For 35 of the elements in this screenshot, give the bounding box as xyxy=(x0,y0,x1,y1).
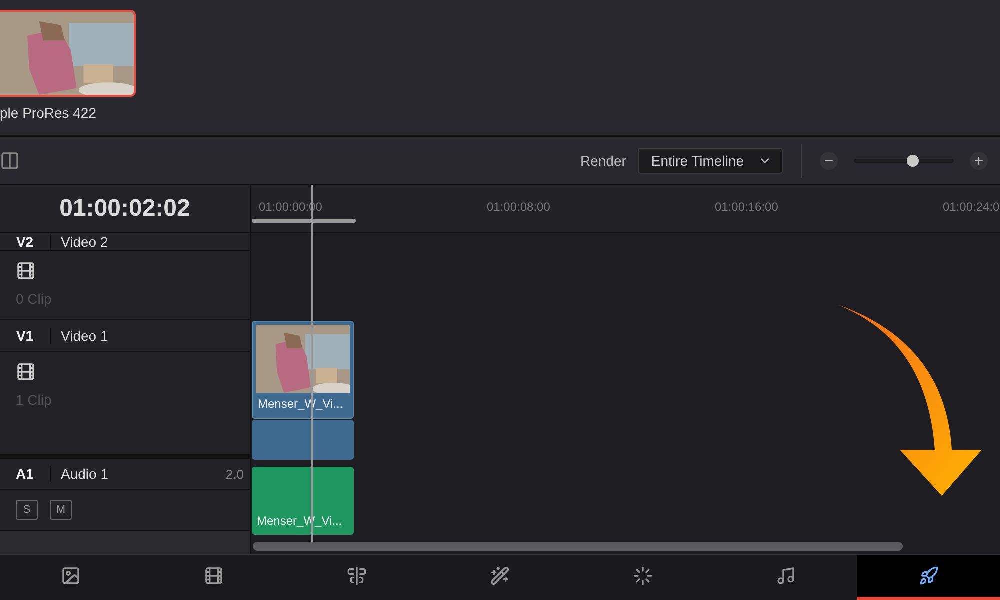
timecode: 01:00:02:02 xyxy=(0,185,250,233)
clip-name: Menser_W_Vi... xyxy=(257,396,344,413)
track-id: V1 xyxy=(0,328,51,344)
track-name: Audio 1 xyxy=(61,466,108,482)
film-icon xyxy=(16,362,36,382)
page-tab[interactable] xyxy=(857,555,1000,600)
ruler-timecode: 01:00:16:00 xyxy=(715,200,778,214)
track-name: Video 2 xyxy=(61,234,108,250)
track-id: V2 xyxy=(0,234,51,250)
rocket-icon xyxy=(918,566,939,586)
zoom-out-button[interactable] xyxy=(820,152,838,170)
render-label: Render xyxy=(580,152,626,168)
channel-format: 2.0 xyxy=(226,466,244,482)
film-icon xyxy=(204,566,224,586)
ruler-timecode: 01:00:24:0 xyxy=(943,200,1000,214)
clip-name: ple ProRes 422 xyxy=(0,105,98,121)
align-icon xyxy=(347,566,368,586)
scrollbar[interactable] xyxy=(253,542,903,551)
layout-icon[interactable] xyxy=(0,150,20,170)
slider-thumb[interactable] xyxy=(907,154,919,166)
wand-icon xyxy=(490,566,510,586)
loader-icon xyxy=(632,566,653,586)
plus-icon xyxy=(973,154,985,166)
video-clip[interactable]: Menser_W_Vi... xyxy=(252,321,354,419)
mute-button[interactable]: M xyxy=(50,500,72,520)
render-dropdown[interactable]: Entire Timeline xyxy=(638,148,783,174)
solo-button[interactable]: S xyxy=(16,500,38,520)
zoom-in-button[interactable] xyxy=(970,152,988,170)
video-clip-extension[interactable] xyxy=(252,420,354,460)
music-icon xyxy=(776,566,796,586)
track-name: Video 1 xyxy=(61,328,108,344)
ruler-timecode: 01:00:08:00 xyxy=(487,200,550,214)
film-icon xyxy=(16,261,36,281)
image-icon xyxy=(61,566,82,586)
track-id: A1 xyxy=(0,466,51,482)
